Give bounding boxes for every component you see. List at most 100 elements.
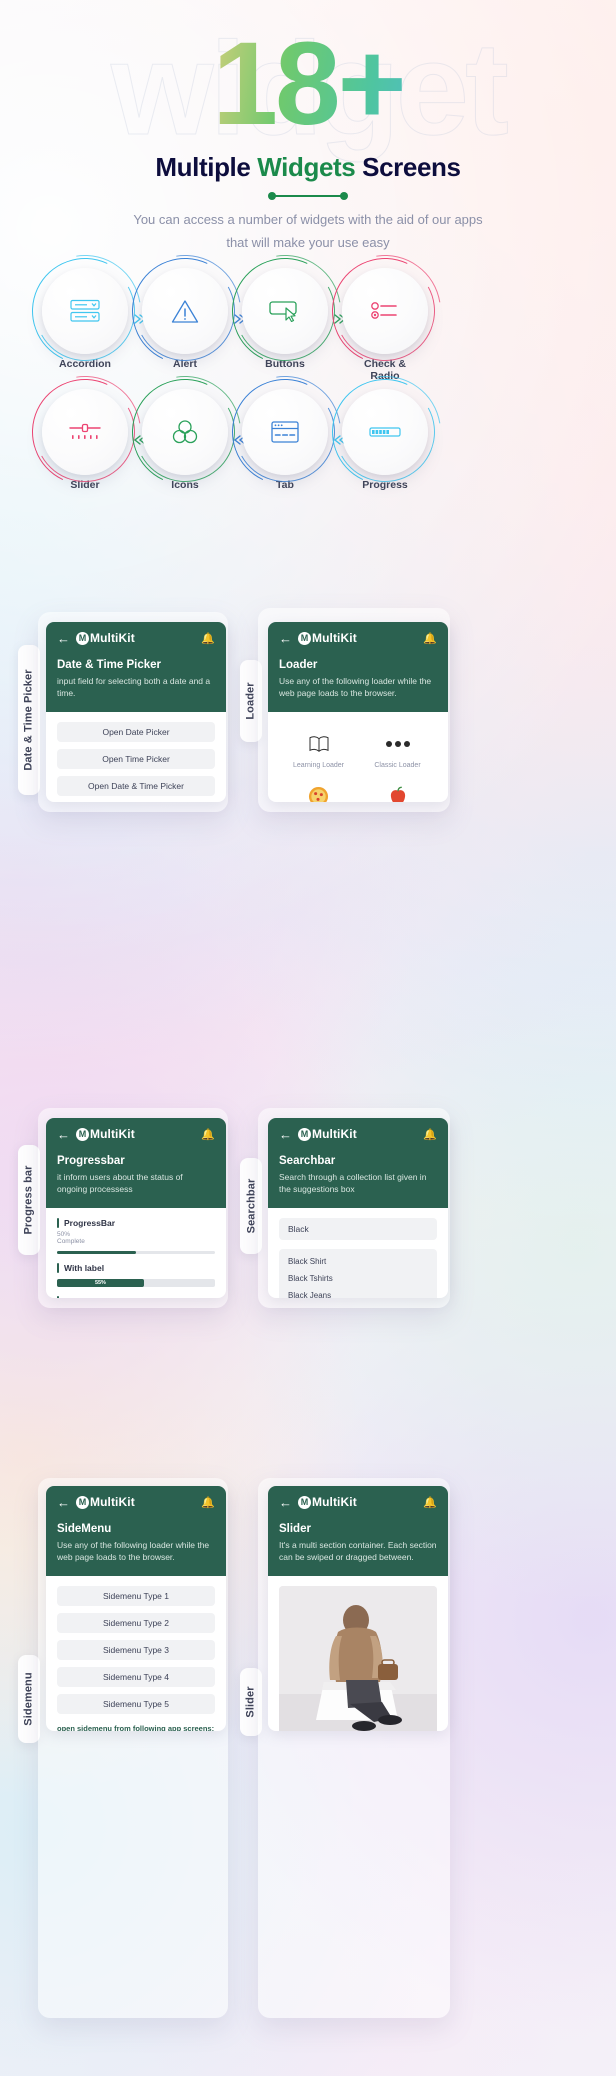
slider-image[interactable] bbox=[279, 1586, 437, 1731]
loader-item[interactable]: Classic Loader bbox=[358, 730, 437, 769]
search-input[interactable]: Black bbox=[279, 1218, 437, 1240]
progress-track: 55% bbox=[57, 1279, 215, 1287]
screen-title: Progressbar bbox=[57, 1155, 125, 1167]
back-arrow-icon[interactable]: ← bbox=[279, 1128, 292, 1141]
phone-sidemenu: ← M MultiKit 🔔 SideMenu Use any of the fo… bbox=[46, 1486, 226, 1731]
page-title: Multiple Widgets Screens bbox=[0, 152, 616, 183]
bell-icon[interactable]: 🔔 bbox=[201, 1128, 215, 1141]
badge-accordion[interactable]: Accordion bbox=[6, 232, 164, 390]
open-time-picker-button[interactable]: Open Time Picker bbox=[57, 749, 215, 769]
page-background: widget 18+ Multiple Widgets Screens You … bbox=[0, 0, 616, 2076]
back-arrow-icon[interactable]: ← bbox=[279, 632, 292, 645]
alert-triangle-icon bbox=[171, 299, 199, 323]
phone-header: ← M MultiKit 🔔 Searchbar Search through a… bbox=[268, 1118, 448, 1208]
progress-group-basic: ProgressBar 50% Complete bbox=[57, 1218, 215, 1254]
brand-name: M MultiKit bbox=[298, 1495, 357, 1509]
model-photo bbox=[279, 1586, 437, 1731]
phone-progress-bar: ← M MultiKit 🔔 Progressbar it inform user… bbox=[46, 1118, 226, 1298]
phone-body: Open Date Picker Open Time Picker Open D… bbox=[46, 712, 226, 802]
list-item[interactable]: Black Jeans bbox=[279, 1287, 437, 1298]
note-title: open sidemenu from following app screens… bbox=[57, 1724, 215, 1731]
loader-item[interactable]: Learning Loader bbox=[279, 730, 358, 769]
screen-desc: it inform users about the status of ongo… bbox=[57, 1172, 183, 1194]
bell-icon[interactable]: 🔔 bbox=[423, 1128, 437, 1141]
back-arrow-icon[interactable]: ← bbox=[279, 1496, 292, 1509]
pizza-icon bbox=[308, 786, 329, 802]
suggestion-list: Black Shirt Black Tshirts Black Jeans Bl… bbox=[279, 1249, 437, 1298]
screen-desc: Search through a collection list given i… bbox=[279, 1172, 427, 1194]
loader-item[interactable]: Grocery Loader bbox=[358, 782, 437, 802]
bell-icon[interactable]: 🔔 bbox=[201, 1496, 215, 1509]
sidetab-progress-bar[interactable]: Progress bar bbox=[18, 1145, 40, 1255]
sidemenu-type-4-button[interactable]: Sidemenu Type 4 bbox=[57, 1667, 215, 1687]
subtitle-line-1: You can access a number of widgets with … bbox=[133, 212, 483, 227]
hero-section: widget 18+ Multiple Widgets Screens You … bbox=[0, 0, 616, 251]
open-date-time-picker-button[interactable]: Open Date & Time Picker bbox=[57, 776, 215, 796]
sidemenu-type-5-button[interactable]: Sidemenu Type 5 bbox=[57, 1694, 215, 1714]
phone-body: Learning Loader Classic Loader Food Deli… bbox=[268, 712, 448, 802]
screen-desc: Use any of the following loader while th… bbox=[57, 1540, 210, 1562]
book-icon bbox=[309, 736, 328, 752]
screen-title: Loader bbox=[279, 659, 318, 671]
phone-header: ← M MultiKit 🔔 Date & Time Picker input f… bbox=[46, 622, 226, 712]
sidemenu-type-2-button[interactable]: Sidemenu Type 2 bbox=[57, 1613, 215, 1633]
brand-logo: M bbox=[298, 1127, 311, 1141]
headline-post: Screens bbox=[355, 152, 461, 182]
badge-tab[interactable]: Tab bbox=[206, 353, 364, 511]
badge-row-2: Slider Icons Tab Progress bbox=[0, 353, 616, 514]
brand-name: M MultiKit bbox=[76, 1127, 135, 1141]
sidemenu-type-3-button[interactable]: Sidemenu Type 3 bbox=[57, 1640, 215, 1660]
phone-body: Sidemenu Type 1 Sidemenu Type 2 Sidemenu… bbox=[46, 1576, 226, 1731]
tab-window-icon bbox=[271, 421, 299, 443]
sidetab-date-time-picker[interactable]: Date & Time Picker bbox=[18, 645, 40, 795]
brand-name: M MultiKit bbox=[76, 631, 135, 645]
screen-title: Searchbar bbox=[279, 1155, 336, 1167]
widget-badge-grid: Accordion Alert Buttons Check & Radio Sl… bbox=[0, 232, 616, 514]
screen-desc: It's a multi section container. Each sec… bbox=[279, 1540, 437, 1562]
apple-icon bbox=[390, 786, 405, 802]
subtitle-line-2: that will make your use easy bbox=[226, 235, 390, 250]
big-number: 18+ bbox=[0, 16, 616, 152]
three-circles-icon bbox=[172, 420, 198, 444]
check-radio-icon bbox=[371, 302, 397, 319]
progress-track bbox=[57, 1251, 215, 1254]
sidemenu-type-1-button[interactable]: Sidemenu Type 1 bbox=[57, 1586, 215, 1606]
back-arrow-icon[interactable]: ← bbox=[57, 1128, 70, 1141]
phone-header: ← M MultiKit 🔔 Loader Use any of the foll… bbox=[268, 622, 448, 712]
loader-grid: Learning Loader Classic Loader Food Deli… bbox=[279, 722, 437, 802]
loader-item[interactable]: Food Delivery bbox=[279, 782, 358, 802]
badge-icons[interactable]: Icons bbox=[106, 353, 264, 511]
list-item[interactable]: Black Tshirts bbox=[279, 1270, 437, 1287]
screen-title: Date & Time Picker bbox=[57, 659, 161, 671]
phone-searchbar: ← M MultiKit 🔔 Searchbar Search through a… bbox=[268, 1118, 448, 1298]
bell-icon[interactable]: 🔔 bbox=[423, 632, 437, 645]
phone-date-time-picker: ← M MultiKit 🔔 Date & Time Picker input f… bbox=[46, 622, 226, 802]
screen-title: Slider bbox=[279, 1523, 311, 1535]
badge-check-radio[interactable]: Check & Radio bbox=[306, 232, 464, 390]
screen-title: SideMenu bbox=[57, 1523, 112, 1535]
phone-body: Black Black Shirt Black Tshirts Black Je… bbox=[268, 1208, 448, 1298]
badge-buttons[interactable]: Buttons bbox=[206, 232, 364, 390]
brand-logo: M bbox=[76, 1127, 89, 1141]
title-divider bbox=[268, 192, 348, 200]
page-subtitle: You can access a number of widgets with … bbox=[0, 208, 616, 254]
bell-icon[interactable]: 🔔 bbox=[423, 1496, 437, 1509]
headline-pre: Multiple bbox=[155, 152, 258, 182]
badge-alert[interactable]: Alert bbox=[106, 232, 264, 390]
progress-bar-icon bbox=[369, 427, 401, 437]
brand-name: M MultiKit bbox=[76, 1495, 135, 1509]
brand-logo: M bbox=[76, 1495, 89, 1509]
bell-icon[interactable]: 🔔 bbox=[201, 632, 215, 645]
back-arrow-icon[interactable]: ← bbox=[57, 632, 70, 645]
open-date-picker-button[interactable]: Open Date Picker bbox=[57, 722, 215, 742]
list-item[interactable]: Black Shirt bbox=[279, 1253, 437, 1270]
progress-group-with-label: With label 55% bbox=[57, 1263, 215, 1287]
phone-header: ← M MultiKit 🔔 Progressbar it inform user… bbox=[46, 1118, 226, 1208]
screen-desc: input field for selecting both a date an… bbox=[57, 676, 211, 698]
sidetab-sidemenu[interactable]: Sidemenu bbox=[18, 1655, 40, 1743]
badge-progress[interactable]: Progress bbox=[306, 353, 464, 511]
headline-accent: Widgets bbox=[257, 152, 356, 182]
badge-slider[interactable]: Slider bbox=[6, 353, 164, 511]
back-arrow-icon[interactable]: ← bbox=[57, 1496, 70, 1509]
button-cursor-icon bbox=[269, 301, 297, 322]
